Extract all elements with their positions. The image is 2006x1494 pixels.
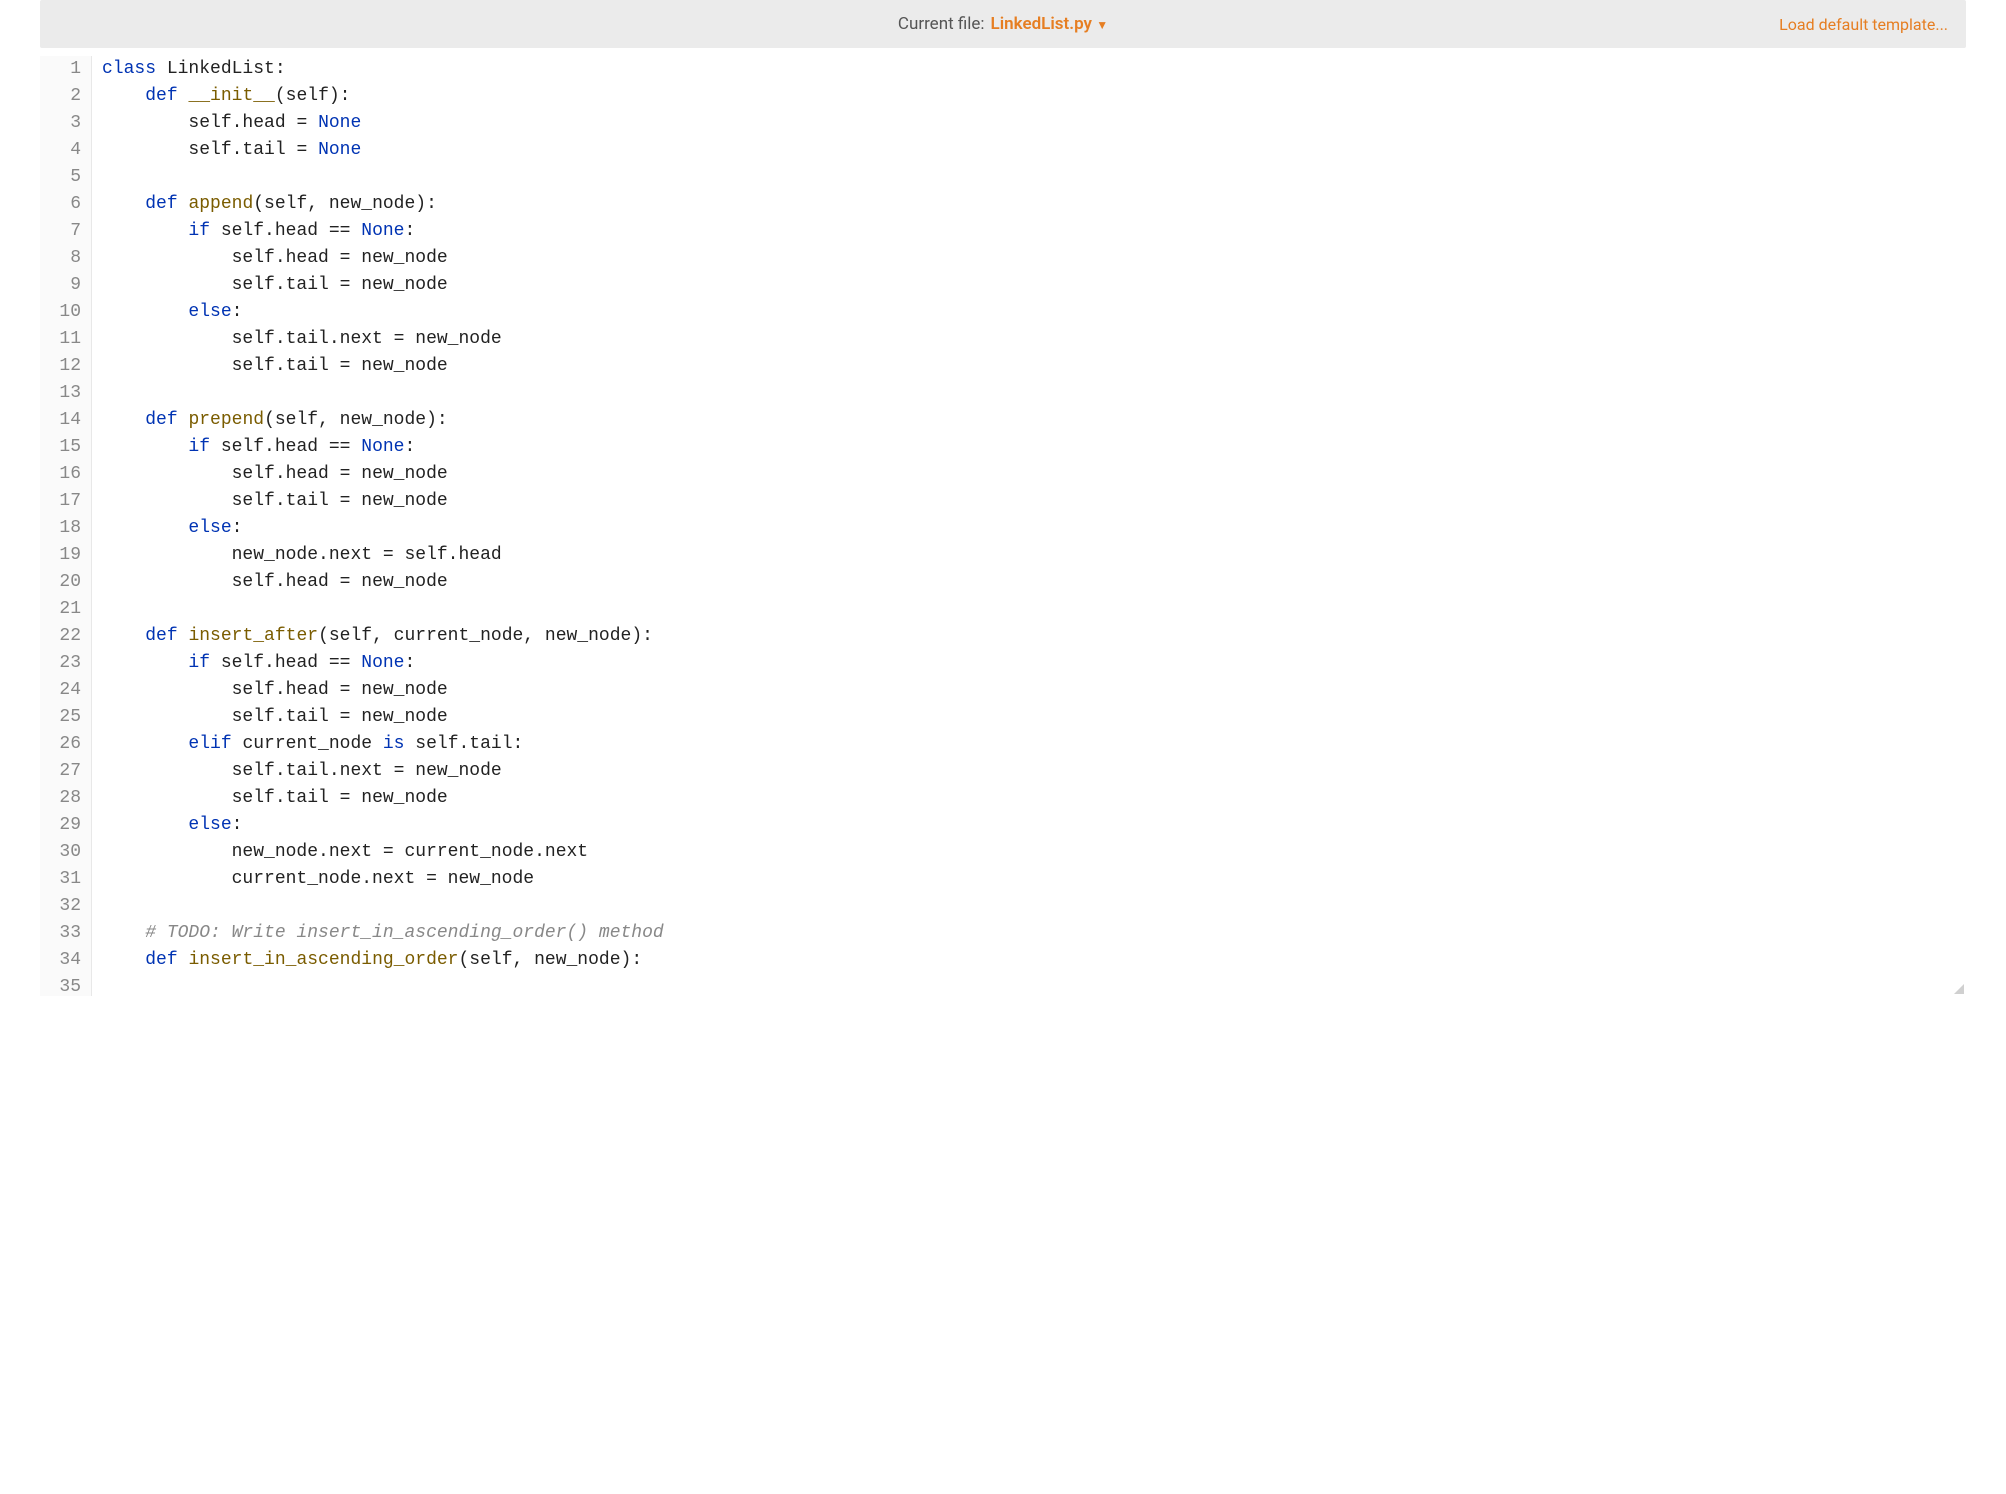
line-number: 26 — [40, 731, 81, 758]
code-editor-wrap: 1234567891011121314151617181920212223242… — [40, 56, 1966, 996]
chevron-down-icon: ▼ — [1096, 18, 1108, 32]
line-number: 30 — [40, 839, 81, 866]
line-number: 7 — [40, 218, 81, 245]
code-line[interactable]: new_node.next = current_node.next — [102, 839, 1966, 866]
line-number: 34 — [40, 947, 81, 974]
line-number: 33 — [40, 920, 81, 947]
code-line[interactable]: else: — [102, 515, 1966, 542]
line-number: 32 — [40, 893, 81, 920]
code-line[interactable]: def append(self, new_node): — [102, 191, 1966, 218]
line-number: 25 — [40, 704, 81, 731]
file-name-text: LinkedList.py — [991, 14, 1092, 34]
line-number: 29 — [40, 812, 81, 839]
code-line[interactable] — [102, 596, 1966, 623]
code-line[interactable]: self.head = None — [102, 110, 1966, 137]
code-editor[interactable]: 1234567891011121314151617181920212223242… — [40, 56, 1966, 996]
code-line[interactable]: class LinkedList: — [102, 56, 1966, 83]
line-number: 16 — [40, 461, 81, 488]
code-line[interactable]: if self.head == None: — [102, 434, 1966, 461]
line-number: 6 — [40, 191, 81, 218]
code-line[interactable]: self.head = new_node — [102, 677, 1966, 704]
code-line[interactable]: self.tail = new_node — [102, 272, 1966, 299]
line-number: 10 — [40, 299, 81, 326]
line-number: 31 — [40, 866, 81, 893]
line-number: 9 — [40, 272, 81, 299]
code-line[interactable]: else: — [102, 812, 1966, 839]
line-number: 8 — [40, 245, 81, 272]
line-number: 2 — [40, 83, 81, 110]
code-line[interactable]: def prepend(self, new_node): — [102, 407, 1966, 434]
line-number: 20 — [40, 569, 81, 596]
line-number: 1 — [40, 56, 81, 83]
code-line[interactable]: if self.head == None: — [102, 218, 1966, 245]
code-line[interactable]: new_node.next = self.head — [102, 542, 1966, 569]
code-line[interactable]: self.tail.next = new_node — [102, 326, 1966, 353]
code-line[interactable] — [102, 974, 1966, 996]
code-line[interactable] — [102, 164, 1966, 191]
code-line[interactable]: self.tail = new_node — [102, 785, 1966, 812]
line-number: 11 — [40, 326, 81, 353]
current-file-label: Current file: — [898, 14, 985, 34]
line-number: 28 — [40, 785, 81, 812]
line-number-gutter: 1234567891011121314151617181920212223242… — [40, 56, 92, 996]
code-line[interactable]: self.head = new_node — [102, 461, 1966, 488]
code-line[interactable]: elif current_node is self.tail: — [102, 731, 1966, 758]
line-number: 15 — [40, 434, 81, 461]
code-line[interactable]: def insert_in_ascending_order(self, new_… — [102, 947, 1966, 974]
line-number: 14 — [40, 407, 81, 434]
line-number: 13 — [40, 380, 81, 407]
line-number: 24 — [40, 677, 81, 704]
code-line[interactable]: self.tail = None — [102, 137, 1966, 164]
code-line[interactable]: self.head = new_node — [102, 245, 1966, 272]
code-line[interactable]: else: — [102, 299, 1966, 326]
line-number: 5 — [40, 164, 81, 191]
editor-header-bar: Current file: LinkedList.py ▼ Load defau… — [40, 0, 1966, 48]
line-number: 22 — [40, 623, 81, 650]
line-number: 12 — [40, 353, 81, 380]
line-number: 27 — [40, 758, 81, 785]
line-number: 17 — [40, 488, 81, 515]
line-number: 4 — [40, 137, 81, 164]
code-line[interactable]: self.head = new_node — [102, 569, 1966, 596]
line-number: 3 — [40, 110, 81, 137]
current-file-group: Current file: LinkedList.py ▼ — [898, 14, 1108, 34]
code-line[interactable] — [102, 380, 1966, 407]
line-number: 18 — [40, 515, 81, 542]
code-line[interactable]: if self.head == None: — [102, 650, 1966, 677]
resize-handle-icon[interactable] — [1950, 980, 1964, 994]
line-number: 21 — [40, 596, 81, 623]
code-line[interactable]: self.tail.next = new_node — [102, 758, 1966, 785]
code-line[interactable] — [102, 893, 1966, 920]
code-line[interactable]: self.tail = new_node — [102, 488, 1966, 515]
code-line[interactable]: self.tail = new_node — [102, 704, 1966, 731]
file-name-dropdown[interactable]: LinkedList.py ▼ — [991, 14, 1109, 34]
code-line[interactable]: def __init__(self): — [102, 83, 1966, 110]
code-line[interactable]: def insert_after(self, current_node, new… — [102, 623, 1966, 650]
code-line[interactable]: # TODO: Write insert_in_ascending_order(… — [102, 920, 1966, 947]
line-number: 35 — [40, 974, 81, 996]
code-line[interactable]: current_node.next = new_node — [102, 866, 1966, 893]
code-line[interactable]: self.tail = new_node — [102, 353, 1966, 380]
line-number: 23 — [40, 650, 81, 677]
line-number: 19 — [40, 542, 81, 569]
load-default-template-link[interactable]: Load default template... — [1779, 15, 1948, 34]
code-area[interactable]: class LinkedList: def __init__(self): se… — [92, 56, 1966, 996]
